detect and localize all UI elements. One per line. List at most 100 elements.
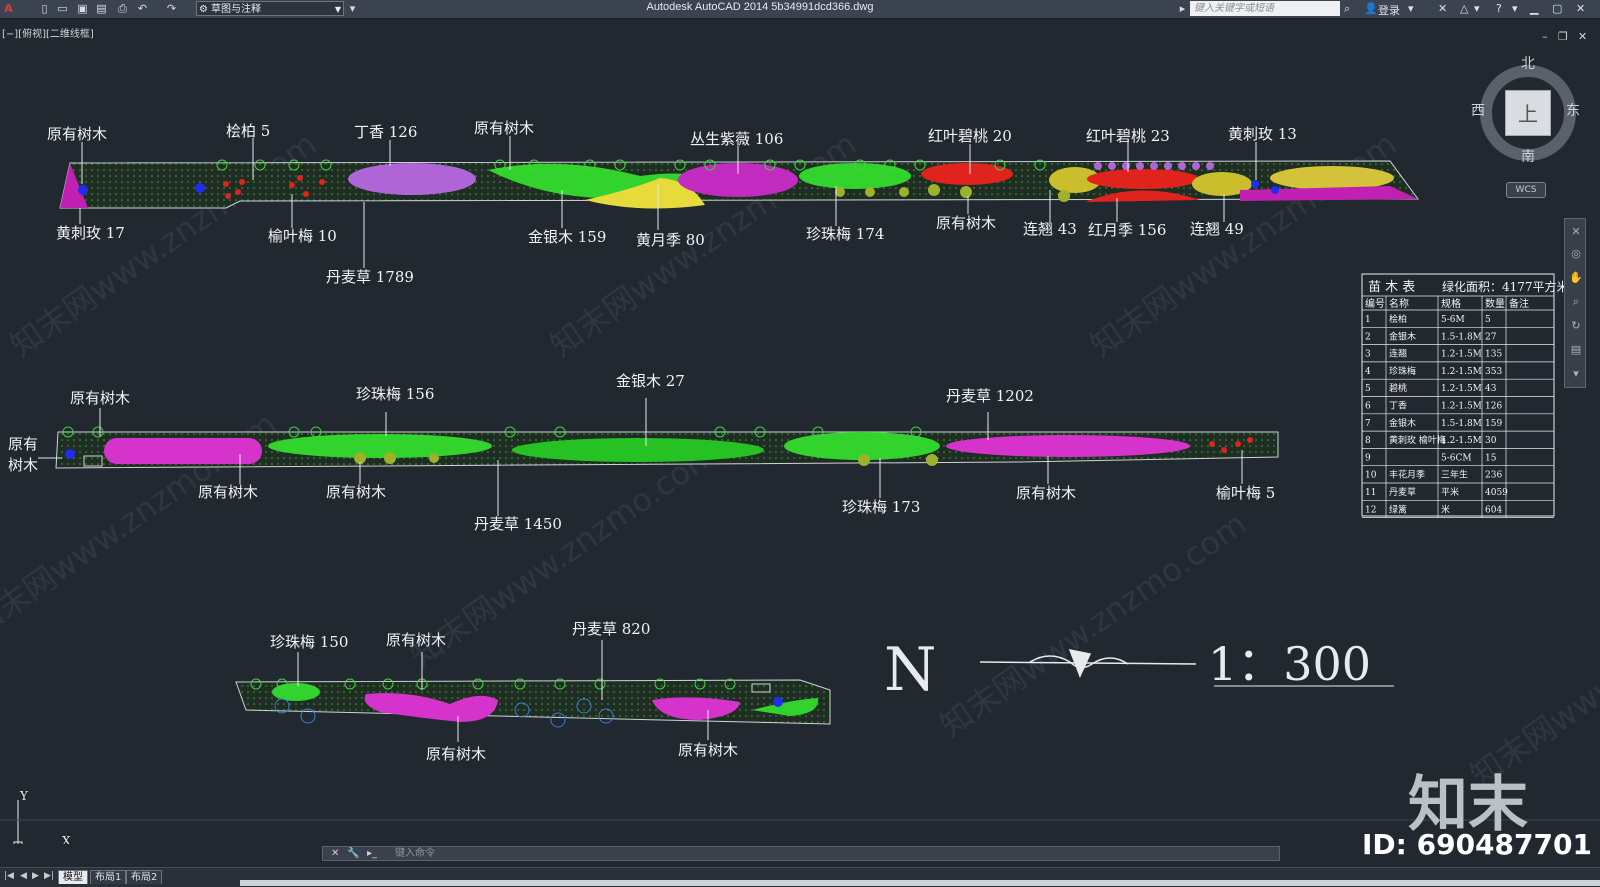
label: 珍珠梅 150: [270, 633, 348, 651]
orbit-icon[interactable]: ↻: [1569, 319, 1583, 333]
label: 榆叶梅 5: [1216, 484, 1275, 502]
close-icon[interactable]: ✕: [331, 847, 339, 860]
maximize-icon[interactable]: ▢: [1552, 2, 1562, 15]
login-link[interactable]: 登录: [1378, 2, 1400, 18]
first-layout-icon[interactable]: |◀: [4, 871, 14, 881]
wrench-icon[interactable]: 🔧: [347, 847, 359, 860]
command-prompt-icon[interactable]: ▸_: [367, 847, 377, 860]
table-cell: 碧桃: [1389, 382, 1407, 394]
table-cell: 5: [1365, 384, 1371, 394]
compass-west[interactable]: 西: [1471, 100, 1485, 120]
quick-access-menu-icon[interactable]: ▾: [346, 2, 359, 15]
close-icon[interactable]: ✕: [1569, 225, 1583, 239]
table-cell: 27: [1485, 332, 1497, 342]
redo-icon[interactable]: ↷: [165, 2, 178, 15]
compass-east[interactable]: 东: [1566, 100, 1580, 120]
label: 原有树木: [426, 745, 486, 763]
pan-icon[interactable]: ✋: [1569, 271, 1583, 285]
dropdown-icon[interactable]: ▾: [1512, 2, 1518, 15]
tab-layout1[interactable]: 布局1: [90, 870, 127, 884]
planting-strip-3[interactable]: [235, 678, 831, 728]
label: 红叶碧桃 23: [1086, 127, 1170, 145]
table-cell: 126: [1485, 402, 1502, 412]
tab-model[interactable]: 模型: [58, 870, 88, 884]
table-cell: 9: [1365, 453, 1371, 463]
save-icon[interactable]: ▣: [76, 2, 89, 15]
label: 原有树木: [936, 214, 996, 232]
planting-strip-1[interactable]: [59, 159, 1419, 209]
dropdown-icon[interactable]: ▾: [1474, 2, 1480, 15]
command-line[interactable]: ✕ 🔧 ▸_ 键入命令: [322, 846, 1280, 861]
search-input[interactable]: 键入关键字或短语: [1190, 1, 1340, 16]
autodesk-360-icon[interactable]: △: [1460, 2, 1468, 15]
label: 连翘 49: [1190, 220, 1244, 238]
plant-schedule-table[interactable]: 苗 木 表 绿化面积：4177平方米 编号 名称 规格 数量 备注 1 桧柏 5-6M 5 2 金银…: [1361, 273, 1569, 518]
undo-icon[interactable]: ↶: [136, 2, 149, 15]
table-cell: 15: [1485, 453, 1497, 463]
ucs-icon: [13, 800, 23, 844]
binoculars-icon[interactable]: ⌕: [1344, 2, 1350, 16]
table-header: 名称: [1389, 297, 1409, 310]
open-file-icon[interactable]: ▭: [56, 2, 69, 15]
label: 丹麦草 1450: [474, 515, 562, 533]
label: 红叶碧桃 20: [928, 127, 1012, 145]
navigation-bar[interactable]: ✕ ◎ ✋ ⌕ ↻ ▤ ▾: [1564, 218, 1586, 388]
compass-north[interactable]: 北: [1521, 53, 1535, 73]
label: 连翘 43: [1023, 220, 1077, 238]
minimize-icon[interactable]: ▁: [1530, 2, 1538, 15]
steering-wheel-icon[interactable]: ◎: [1569, 247, 1583, 261]
label: 珍珠梅 174: [806, 225, 884, 243]
save-as-icon[interactable]: ▤: [95, 2, 108, 15]
table-cell: 连翘: [1389, 348, 1407, 360]
viewcube-top-face[interactable]: 上: [1505, 90, 1551, 136]
gear-icon: ⚙: [199, 4, 208, 15]
x-exchange-icon[interactable]: ✕: [1438, 2, 1447, 15]
last-layout-icon[interactable]: ▶|: [44, 871, 54, 881]
zoom-icon[interactable]: ⌕: [1569, 295, 1583, 309]
watermark-id: ID: 690487701: [1362, 828, 1592, 861]
new-file-icon[interactable]: ▯: [38, 2, 51, 15]
table-cell: 丁香: [1389, 401, 1407, 412]
table-cell: 米: [1441, 503, 1450, 515]
table-header: 编号: [1365, 297, 1385, 310]
label: 桧柏 5: [226, 122, 270, 140]
next-layout-icon[interactable]: ▶: [32, 871, 39, 881]
command-input[interactable]: 键入命令: [395, 848, 435, 859]
showmotion-icon[interactable]: ▤: [1569, 343, 1583, 357]
label: 黄月季 80: [636, 231, 705, 249]
table-cell: 3: [1365, 350, 1371, 360]
table-cell: 8: [1365, 436, 1371, 446]
table-cell: 珍珠梅: [1389, 365, 1416, 377]
label: 丹麦草 820: [572, 620, 650, 638]
drawing-canvas[interactable]: 原有树木 桧柏 5 丁香 126 原有树木 丛生紫薇 106 红叶碧桃 20 红…: [0, 18, 1600, 844]
table-cell: 金银木: [1389, 417, 1416, 429]
table-header: 备注: [1509, 297, 1529, 310]
help-icon[interactable]: ?: [1496, 2, 1502, 15]
app-menu-icon[interactable]: A: [2, 2, 15, 15]
table-cell: 4: [1365, 367, 1371, 377]
table-cell: 10: [1365, 471, 1377, 481]
compass-south[interactable]: 南: [1521, 146, 1535, 166]
dropdown-icon[interactable]: ▾: [1408, 2, 1414, 15]
workspace-dropdown[interactable]: ⚙ 草图与注释 ▼: [196, 1, 344, 16]
label: 原有树木: [474, 119, 534, 137]
table-cell: 12: [1365, 505, 1376, 515]
status-bar: [240, 880, 1600, 886]
tab-layout2[interactable]: 布局2: [126, 870, 163, 884]
user-icon[interactable]: 👤: [1364, 2, 1378, 15]
customize-icon[interactable]: ▾: [1569, 367, 1583, 381]
label: 丹麦草 1202: [946, 387, 1034, 405]
prev-layout-icon[interactable]: ◀: [20, 871, 27, 881]
label: 金银木 159: [528, 228, 606, 246]
close-icon[interactable]: ✕: [1576, 2, 1585, 15]
label: 珍珠梅 173: [842, 498, 920, 516]
viewcube[interactable]: 北 南 西 东 上 WCS: [1468, 56, 1588, 206]
expand-search-icon[interactable]: ▸: [1176, 2, 1189, 15]
print-icon[interactable]: ⎙: [116, 2, 129, 15]
table-cell: 4059: [1485, 488, 1508, 498]
label: 红月季 156: [1088, 221, 1166, 239]
table-title: 苗 木 表: [1368, 280, 1415, 295]
planting-strip-2[interactable]: [55, 426, 1279, 469]
wcs-menu[interactable]: WCS: [1506, 182, 1546, 198]
label: 珍珠梅 156: [356, 385, 434, 403]
